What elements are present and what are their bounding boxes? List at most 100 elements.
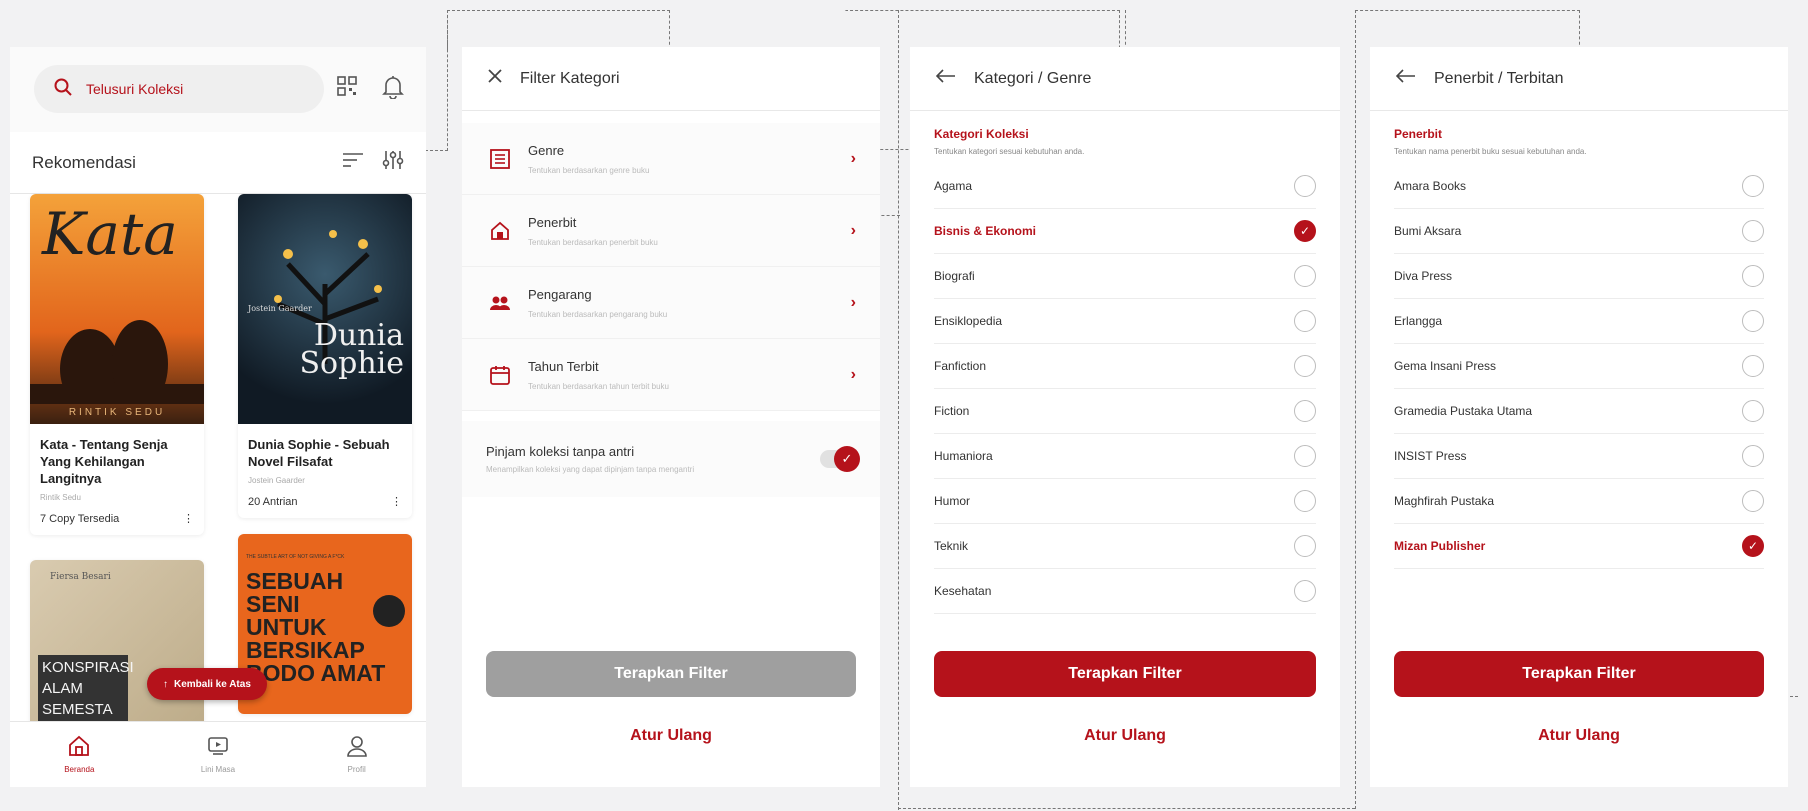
- nav-profil[interactable]: Profil: [317, 735, 397, 774]
- option-row[interactable]: Bumi Aksara: [1394, 209, 1764, 254]
- option-row[interactable]: Diva Press: [1394, 254, 1764, 299]
- option-row[interactable]: Bisnis & Ekonomi ✓: [934, 209, 1316, 254]
- radio-icon[interactable]: [1294, 175, 1316, 197]
- reset-button[interactable]: Atur Ulang: [910, 727, 1340, 745]
- close-icon[interactable]: [488, 69, 502, 88]
- apply-filter-button[interactable]: Terapkan Filter: [934, 651, 1316, 697]
- connector-line: [898, 808, 1355, 809]
- author-icon: [486, 295, 514, 311]
- back-arrow-icon[interactable]: [935, 69, 956, 88]
- chevron-right-icon: ›: [850, 149, 856, 167]
- option-row[interactable]: Biografi: [934, 254, 1316, 299]
- cover-author: Fiersa Besari: [50, 572, 111, 582]
- radio-icon[interactable]: [1742, 355, 1764, 377]
- radio-icon[interactable]: [1742, 400, 1764, 422]
- option-row[interactable]: Humor: [934, 479, 1316, 524]
- row-label: Tahun Terbit: [528, 358, 599, 374]
- radio-icon[interactable]: [1742, 490, 1764, 512]
- toggle-sub: Menampilkan koleksi yang dapat dipinjam …: [486, 465, 695, 474]
- sort-icon[interactable]: [342, 152, 364, 173]
- no-queue-toggle[interactable]: ✓: [820, 446, 860, 472]
- row-sub: Tentukan berdasarkan penerbit buku: [528, 237, 658, 247]
- option-row[interactable]: Ensiklopedia: [934, 299, 1316, 344]
- radio-icon[interactable]: [1742, 265, 1764, 287]
- nav-lini-masa[interactable]: Lini Masa: [178, 735, 258, 774]
- option-row[interactable]: Agama: [934, 164, 1316, 209]
- book-author: Rintik Sedu: [40, 493, 81, 502]
- nav-beranda[interactable]: Beranda: [39, 735, 119, 774]
- option-label: Amara Books: [1394, 179, 1467, 193]
- option-row[interactable]: Gema Insani Press: [1394, 344, 1764, 389]
- option-label: Gema Insani Press: [1394, 359, 1497, 373]
- filter-icon[interactable]: [382, 149, 404, 176]
- radio-icon[interactable]: [1294, 310, 1316, 332]
- filter-row-tahun-terbit[interactable]: Tahun Terbit Tentukan berdasarkan tahun t…: [462, 339, 880, 411]
- option-row[interactable]: Kesehatan: [934, 569, 1316, 614]
- connector-line: [1068, 10, 1126, 50]
- back-to-top-button[interactable]: ↑ Kembali ke Atas: [147, 668, 267, 700]
- chevron-right-icon: ›: [850, 365, 856, 383]
- option-label: Erlangga: [1394, 314, 1443, 328]
- book-title: Kata - Tentang Senja Yang Kehilangan Lan…: [40, 437, 168, 486]
- option-row[interactable]: Amara Books: [1394, 164, 1764, 209]
- filter-header: Filter Kategori: [462, 47, 880, 111]
- row-sub: Tentukan berdasarkan genre buku: [528, 165, 650, 175]
- section-sub: Tentukan nama penerbit buku sesuai kebut…: [1394, 147, 1587, 156]
- apply-filter-button[interactable]: Terapkan Filter: [1394, 651, 1764, 697]
- publisher-option-list: Amara Books Bumi Aksara Diva Press Erlangga…: [1370, 164, 1788, 569]
- option-label: Maghfirah Pustaka: [1394, 494, 1495, 508]
- genre-option-list: Agama Bisnis & Ekonomi ✓ Biografi Ensikloped…: [910, 164, 1340, 614]
- reset-button[interactable]: Atur Ulang: [462, 727, 880, 745]
- radio-icon[interactable]: [1742, 310, 1764, 332]
- filter-row-penerbit[interactable]: Penerbit Tentukan berdasarkan penerbit bu…: [462, 195, 880, 267]
- more-options-icon[interactable]: ⋮: [183, 512, 194, 525]
- radio-icon[interactable]: [1294, 355, 1316, 377]
- option-row[interactable]: Gramedia Pustaka Utama: [1394, 389, 1764, 434]
- cover-title: Dunia Sophie: [299, 318, 405, 381]
- radio-icon[interactable]: [1742, 220, 1764, 242]
- radio-icon[interactable]: [1294, 490, 1316, 512]
- radio-icon[interactable]: [1742, 175, 1764, 197]
- option-row[interactable]: Maghfirah Pustaka: [1394, 479, 1764, 524]
- bottom-nav: Beranda Lini Masa Profil: [10, 721, 426, 787]
- book-card[interactable]: Kata RINTIK SEDU Kata - Tentang Senja Ya…: [30, 194, 204, 535]
- filter-row-pengarang[interactable]: Pengarang Tentukan berdasarkan pengarang …: [462, 267, 880, 339]
- book-card[interactable]: Jostein Gaarder Dunia Sophie Dunia Sophi…: [238, 194, 412, 518]
- radio-icon[interactable]: [1294, 400, 1316, 422]
- reset-button[interactable]: Atur Ulang: [1370, 727, 1788, 745]
- option-label: Gramedia Pustaka Utama: [1394, 404, 1533, 418]
- option-label: INSIST Press: [1394, 449, 1467, 463]
- option-label: Teknik: [934, 539, 969, 553]
- book-status: 7 Copy Tersedia: [40, 512, 120, 525]
- filter-row-genre[interactable]: Genre Tentukan berdasarkan genre buku ›: [462, 123, 880, 195]
- radio-icon[interactable]: [1294, 580, 1316, 602]
- apply-filter-button[interactable]: Terapkan Filter: [486, 651, 856, 697]
- bell-icon[interactable]: [382, 75, 404, 104]
- radio-icon[interactable]: [1294, 265, 1316, 287]
- option-row[interactable]: Mizan Publisher ✓: [1394, 524, 1764, 569]
- check-icon: ✓: [834, 446, 860, 472]
- radio-checked-icon[interactable]: ✓: [1294, 220, 1316, 242]
- back-arrow-icon[interactable]: [1395, 69, 1416, 88]
- option-row[interactable]: Fanfiction: [934, 344, 1316, 389]
- search-input[interactable]: Telusuri Koleksi: [34, 65, 324, 113]
- section-title: Penerbit: [1394, 127, 1443, 141]
- option-row[interactable]: INSIST Press: [1394, 434, 1764, 479]
- option-row[interactable]: Fiction: [934, 389, 1316, 434]
- option-row[interactable]: Humaniora: [934, 434, 1316, 479]
- option-row[interactable]: Erlangga: [1394, 299, 1764, 344]
- publisher-header: Penerbit / Terbitan: [1370, 47, 1788, 111]
- nav-label: Profil: [347, 765, 366, 774]
- qr-code-icon[interactable]: [336, 75, 358, 104]
- option-row[interactable]: Teknik: [934, 524, 1316, 569]
- connector-line: [1355, 10, 1580, 50]
- radio-checked-icon[interactable]: ✓: [1742, 535, 1764, 557]
- radio-icon[interactable]: [1294, 535, 1316, 557]
- radio-icon[interactable]: [1294, 445, 1316, 467]
- more-options-icon[interactable]: ⋮: [391, 495, 402, 508]
- home-screen: Telusuri Koleksi Rekomendasi Kata RINTIK…: [10, 47, 426, 787]
- nav-label: Lini Masa: [200, 765, 236, 774]
- toggle-label: Pinjam koleksi tanpa antri: [486, 444, 635, 459]
- row-sub: Tentukan berdasarkan tahun terbit buku: [528, 381, 669, 391]
- radio-icon[interactable]: [1742, 445, 1764, 467]
